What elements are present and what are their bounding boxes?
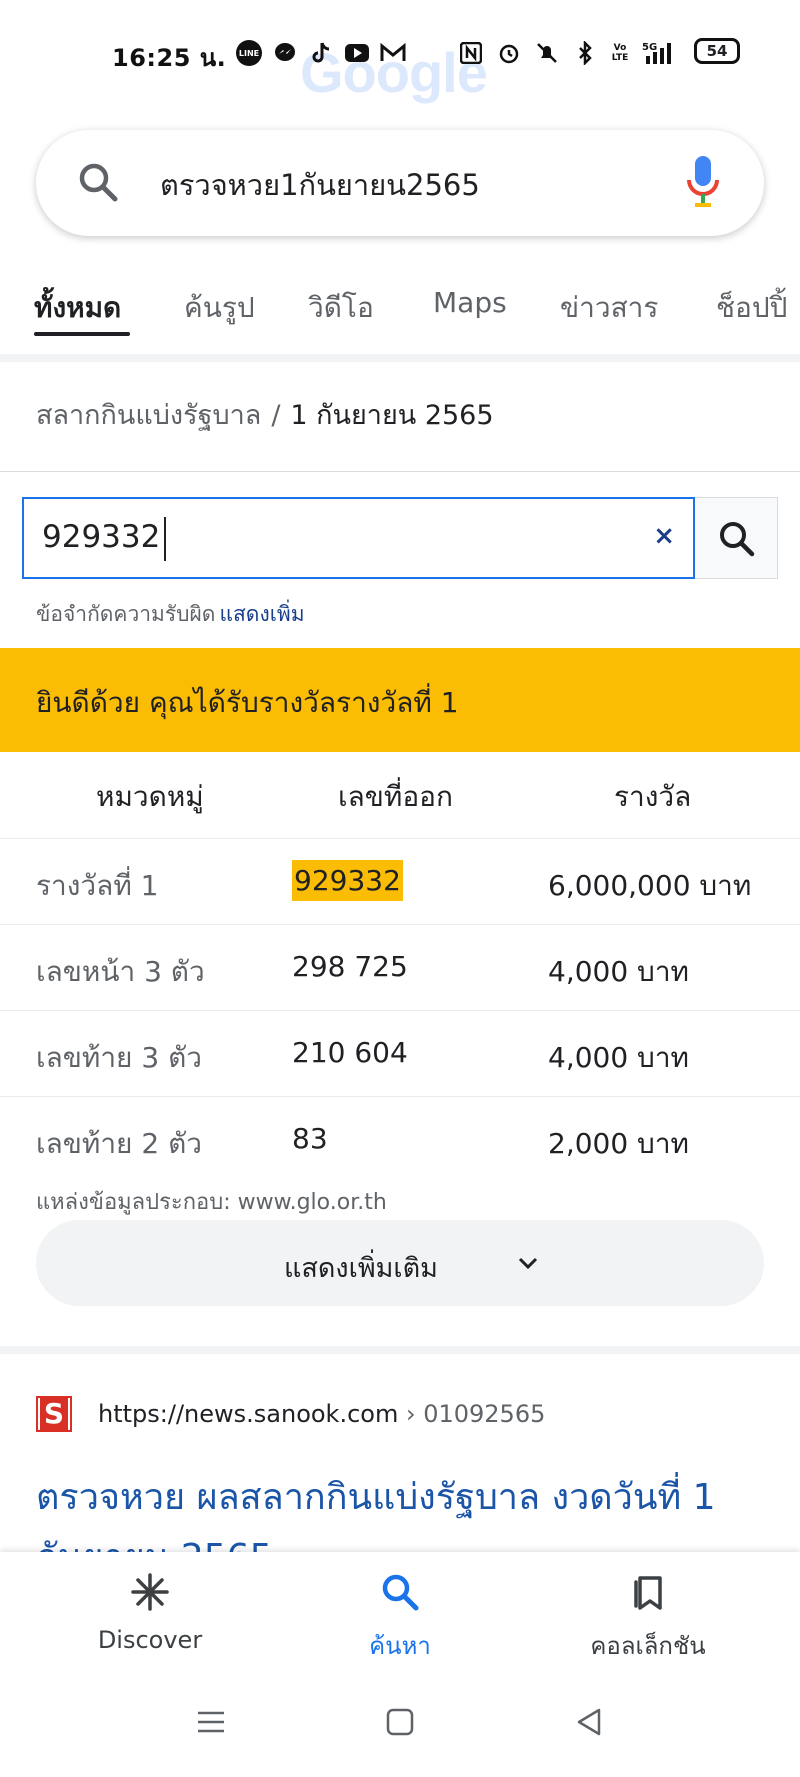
search-tabs: ทั้งหมด ค้นรูป วิดีโอ Maps ข่าวสาร ช็อปป… xyxy=(0,270,800,360)
tab-maps[interactable]: Maps xyxy=(433,286,507,319)
row-prize: 2,000 บาท xyxy=(548,1127,690,1160)
result-url: https://news.sanook.com › 01092565 xyxy=(98,1400,546,1428)
row-prize: 4,000 บาท xyxy=(548,1041,690,1074)
section-divider xyxy=(0,354,800,362)
nav-search-label: ค้นหา xyxy=(369,1632,431,1660)
menu-icon[interactable] xyxy=(196,1707,226,1737)
tab-all[interactable]: ทั้งหมด xyxy=(34,286,121,330)
lottery-number-input[interactable]: 929332 × xyxy=(22,497,695,579)
tab-videos[interactable]: วิดีโอ xyxy=(308,286,374,330)
lottery-search-button[interactable] xyxy=(695,497,778,579)
column-header-number: เลขที่ออก xyxy=(338,780,453,813)
breadcrumb-current: 1 กันยายน 2565 xyxy=(290,400,494,431)
asterisk-icon xyxy=(131,1573,169,1611)
system-icons: Vo LTE 5G xyxy=(458,38,680,68)
sanook-favicon-icon: S xyxy=(36,1396,72,1432)
nav-discover[interactable]: Discover xyxy=(50,1552,250,1672)
svg-text:5G: 5G xyxy=(642,42,657,53)
tab-shopping[interactable]: ช็อปปิ้ xyxy=(716,286,787,330)
system-navigation xyxy=(0,1672,800,1777)
row-category: เลขท้าย 2 ตัว xyxy=(36,1127,202,1160)
tiktok-icon xyxy=(308,40,334,66)
messenger-icon xyxy=(272,40,298,66)
nav-collections[interactable]: คอลเล็กชัน xyxy=(548,1552,748,1672)
row-category: เลขหน้า 3 ตัว xyxy=(36,955,205,988)
mute-icon xyxy=(534,40,560,66)
line-icon: LINE xyxy=(236,40,262,66)
table-row: รางวัลที่ 1 929332 6,000,000 บาท xyxy=(0,838,800,924)
divider xyxy=(0,471,800,472)
search-query[interactable]: ตรวจหวย1กันยายน2565 xyxy=(160,162,480,208)
breadcrumb-separator: / xyxy=(271,400,281,431)
search-icon xyxy=(76,160,120,208)
nav-search[interactable]: ค้นหา xyxy=(300,1552,500,1672)
lottery-number-value[interactable]: 929332 xyxy=(42,519,160,555)
youtube-icon xyxy=(344,40,370,66)
bluetooth-icon xyxy=(572,40,598,66)
bottom-navigation: Discover ค้นหา คอลเล็กชัน xyxy=(0,1552,800,1672)
table-row: เลขหน้า 3 ตัว 298 725 4,000 บาท xyxy=(0,924,800,1010)
search-icon xyxy=(382,1574,419,1611)
chevron-down-icon xyxy=(518,1257,538,1270)
row-number: 298 725 xyxy=(292,950,408,983)
show-more-label: แสดงเพิ่มเติม xyxy=(284,1253,438,1284)
volte-icon: Vo LTE xyxy=(611,43,629,63)
home-icon[interactable] xyxy=(385,1707,415,1737)
column-header-category: หมวดหมู่ xyxy=(96,780,204,813)
signal-icon: 5G xyxy=(642,40,680,66)
breadcrumb-parent[interactable]: สลากกินแบ่งรัฐบาล xyxy=(36,400,261,431)
active-tab-indicator xyxy=(34,332,130,336)
tab-news[interactable]: ข่าวสาร xyxy=(560,286,658,330)
column-header-prize: รางวัล xyxy=(614,780,692,813)
row-category: รางวัลที่ 1 xyxy=(36,869,159,902)
row-prize: 4,000 บาท xyxy=(548,955,690,988)
text-caret xyxy=(164,517,166,561)
table-row: เลขท้าย 3 ตัว 210 604 4,000 บาท xyxy=(0,1010,800,1096)
matched-number: 929332 xyxy=(292,860,403,901)
notification-icons: LINE xyxy=(236,38,406,68)
row-number: 929332 xyxy=(292,860,403,901)
prize-banner: ยินดีด้วย คุณได้รับรางวัลรางวัลที่ 1 xyxy=(0,648,800,752)
table-row: เลขท้าย 2 ตัว 83 2,000 บาท xyxy=(0,1096,800,1182)
nfc-icon xyxy=(458,40,484,66)
nav-collections-label: คอลเล็กชัน xyxy=(590,1632,706,1660)
back-icon[interactable] xyxy=(574,1707,604,1737)
bookmark-icon xyxy=(634,1576,662,1610)
prize-banner-text: ยินดีด้วย คุณได้รับรางวัลรางวัลที่ 1 xyxy=(36,686,459,719)
disclaimer: ข้อจำกัดความรับผิด แสดงเพิ่ม xyxy=(36,598,305,631)
show-more-button[interactable]: แสดงเพิ่มเติม xyxy=(36,1220,764,1306)
nav-discover-label: Discover xyxy=(97,1626,203,1654)
source-attribution: แหล่งข้อมูลประกอบ: www.glo.or.th xyxy=(36,1190,387,1215)
section-divider xyxy=(0,1346,800,1354)
row-category: เลขท้าย 3 ตัว xyxy=(36,1041,202,1074)
row-number: 83 xyxy=(292,1122,328,1155)
alarm-icon xyxy=(496,40,522,66)
status-bar: Google 16:25 น. LINE Vo LTE 5G 54 xyxy=(0,0,800,104)
search-icon xyxy=(720,522,755,557)
tab-images[interactable]: ค้นรูป xyxy=(184,286,255,330)
search-bar[interactable]: ตรวจหวย1กันยายน2565 xyxy=(36,130,764,236)
disclaimer-more-link[interactable]: แสดงเพิ่ม xyxy=(219,602,304,626)
breadcrumb: สลากกินแบ่งรัฐบาล / 1 กันยายน 2565 xyxy=(36,393,494,436)
row-prize: 6,000,000 บาท xyxy=(548,869,752,902)
clear-input-icon[interactable]: × xyxy=(653,521,675,551)
status-time: 16:25 น. xyxy=(112,44,227,72)
disclaimer-text: ข้อจำกัดความรับผิด xyxy=(36,602,216,626)
battery-indicator: 54 xyxy=(694,38,740,64)
row-number: 210 604 xyxy=(292,1036,408,1069)
gmail-icon xyxy=(380,40,406,66)
microphone-icon[interactable] xyxy=(686,154,720,214)
